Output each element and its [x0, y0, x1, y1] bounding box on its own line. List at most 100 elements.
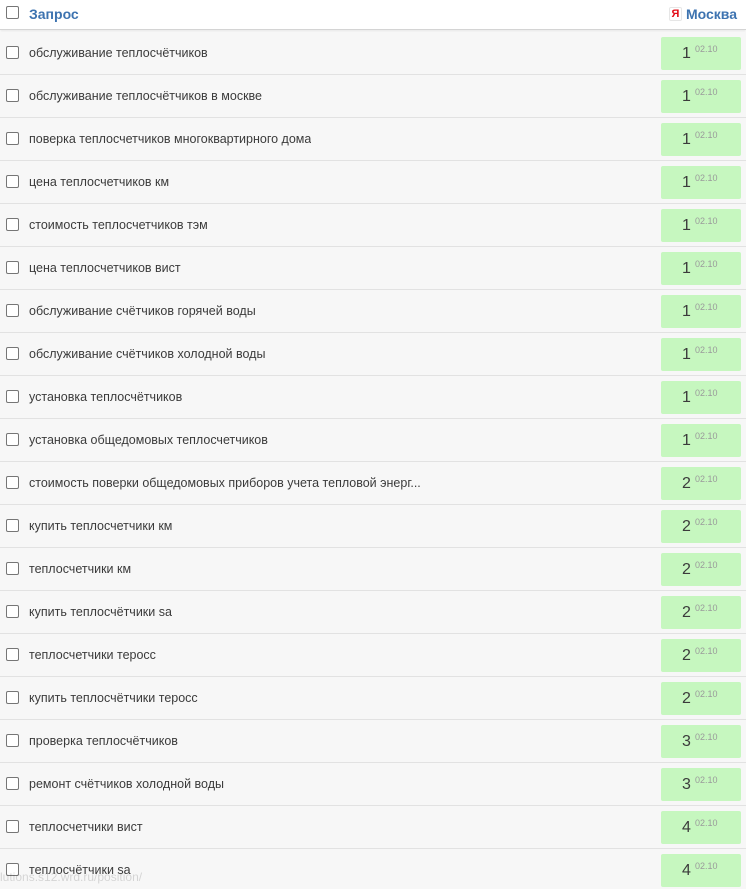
table-row: обслуживание теплосчётчиков в москве 1 02.… — [0, 75, 746, 118]
position-value: 2 — [682, 690, 691, 707]
position-date: 02.10 — [695, 431, 718, 441]
position-date: 02.10 — [695, 44, 718, 54]
row-checkbox[interactable] — [6, 304, 19, 317]
position-value: 3 — [682, 776, 691, 793]
position-value: 2 — [682, 475, 691, 492]
table-row: стоимость теплосчетчиков тэм 1 02.10 — [0, 204, 746, 247]
query-text: установка общедомовых теплосчетчиков — [29, 433, 268, 447]
query-text: стоимость теплосчетчиков тэм — [29, 218, 208, 232]
position-cell[interactable]: 3 02.10 — [661, 725, 741, 758]
position-date: 02.10 — [695, 689, 718, 699]
position-cell[interactable]: 2 02.10 — [661, 596, 741, 629]
position-value: 1 — [682, 389, 691, 406]
table-row: стоимость поверки общедомовых приборов у… — [0, 462, 746, 505]
position-date: 02.10 — [695, 517, 718, 527]
position-cell[interactable]: 1 02.10 — [661, 166, 741, 199]
position-cell[interactable]: 2 02.10 — [661, 639, 741, 672]
position-value: 1 — [682, 45, 691, 62]
position-value: 1 — [682, 303, 691, 320]
yandex-icon: Я — [668, 7, 682, 21]
table-row: ремонт счётчиков холодной воды 3 02.10 — [0, 763, 746, 806]
position-value: 2 — [682, 518, 691, 535]
row-checkbox[interactable] — [6, 476, 19, 489]
position-value: 1 — [682, 432, 691, 449]
position-cell[interactable]: 2 02.10 — [661, 510, 741, 543]
row-checkbox[interactable] — [6, 820, 19, 833]
position-cell[interactable]: 2 02.10 — [661, 553, 741, 586]
position-cell[interactable]: 1 02.10 — [661, 424, 741, 457]
position-cell[interactable]: 1 02.10 — [661, 80, 741, 113]
position-cell[interactable]: 4 02.10 — [661, 854, 741, 887]
query-text: стоимость поверки общедомовых приборов у… — [29, 476, 421, 490]
row-checkbox[interactable] — [6, 89, 19, 102]
table-row: купить теплосчётчики теросс 2 02.10 — [0, 677, 746, 720]
position-date: 02.10 — [695, 818, 718, 828]
position-date: 02.10 — [695, 302, 718, 312]
table-row: теплосчетчики теросс 2 02.10 — [0, 634, 746, 677]
row-checkbox[interactable] — [6, 218, 19, 231]
position-value: 1 — [682, 88, 691, 105]
position-cell[interactable]: 1 02.10 — [661, 209, 741, 242]
table-row: поверка теплосчетчиков многоквартирного … — [0, 118, 746, 161]
position-date: 02.10 — [695, 388, 718, 398]
row-checkbox[interactable] — [6, 261, 19, 274]
query-text: обслуживание счётчиков горячей воды — [29, 304, 256, 318]
row-checkbox[interactable] — [6, 347, 19, 360]
row-checkbox[interactable] — [6, 734, 19, 747]
query-text: обслуживание счётчиков холодной воды — [29, 347, 266, 361]
position-date: 02.10 — [695, 87, 718, 97]
positions-table: Запрос Я Москва обслуживание теплосчётчи… — [0, 0, 746, 889]
position-cell[interactable]: 2 02.10 — [661, 682, 741, 715]
position-cell[interactable]: 4 02.10 — [661, 811, 741, 844]
query-text: проверка теплосчётчиков — [29, 734, 178, 748]
region-column-header[interactable]: Я Москва — [668, 6, 737, 22]
position-date: 02.10 — [695, 259, 718, 269]
position-date: 02.10 — [695, 560, 718, 570]
query-text: купить теплосчётчики теросс — [29, 691, 198, 705]
row-checkbox[interactable] — [6, 175, 19, 188]
table-header: Запрос Я Москва — [0, 0, 746, 30]
table-row: теплосчетчики км 2 02.10 — [0, 548, 746, 591]
query-text: купить теплосчётчики sa — [29, 605, 172, 619]
position-cell[interactable]: 2 02.10 — [661, 467, 741, 500]
row-checkbox[interactable] — [6, 605, 19, 618]
query-text: ремонт счётчиков холодной воды — [29, 777, 224, 791]
position-cell[interactable]: 1 02.10 — [661, 295, 741, 328]
row-checkbox[interactable] — [6, 562, 19, 575]
row-checkbox[interactable] — [6, 433, 19, 446]
query-text: обслуживание теплосчётчиков в москве — [29, 89, 263, 103]
query-text: цена теплосчетчиков вист — [29, 261, 181, 275]
region-label: Москва — [685, 6, 737, 22]
row-checkbox[interactable] — [6, 46, 19, 59]
position-value: 3 — [682, 733, 691, 750]
position-cell[interactable]: 1 02.10 — [661, 123, 741, 156]
table-row: обслуживание счётчиков горячей воды 1 02.1… — [0, 290, 746, 333]
position-cell[interactable]: 1 02.10 — [661, 252, 741, 285]
position-cell[interactable]: 3 02.10 — [661, 768, 741, 801]
row-checkbox[interactable] — [6, 390, 19, 403]
position-value: 1 — [682, 174, 691, 191]
row-checkbox[interactable] — [6, 648, 19, 661]
position-cell[interactable]: 1 02.10 — [661, 381, 741, 414]
query-text: теплосчетчики вист — [29, 820, 143, 834]
row-checkbox[interactable] — [6, 777, 19, 790]
query-column-header[interactable]: Запрос — [29, 6, 79, 22]
row-checkbox[interactable] — [6, 691, 19, 704]
position-cell[interactable]: 1 02.10 — [661, 37, 741, 70]
position-cell[interactable]: 1 02.10 — [661, 338, 741, 371]
table-row: цена теплосчетчиков км 1 02.10 — [0, 161, 746, 204]
row-checkbox[interactable] — [6, 519, 19, 532]
position-date: 02.10 — [695, 646, 718, 656]
table-row: теплосчетчики вист 4 02.10 — [0, 806, 746, 849]
position-value: 2 — [682, 647, 691, 664]
position-date: 02.10 — [695, 130, 718, 140]
row-checkbox[interactable] — [6, 132, 19, 145]
position-value: 4 — [682, 819, 691, 836]
select-all-checkbox[interactable] — [6, 6, 19, 19]
position-date: 02.10 — [695, 216, 718, 226]
table-row: установка теплосчётчиков 1 02.10 — [0, 376, 746, 419]
table-row: купить теплосчётчики sa 2 02.10 — [0, 591, 746, 634]
query-text: теплосчетчики км — [29, 562, 132, 576]
query-text: теплосчетчики теросс — [29, 648, 156, 662]
position-date: 02.10 — [695, 603, 718, 613]
